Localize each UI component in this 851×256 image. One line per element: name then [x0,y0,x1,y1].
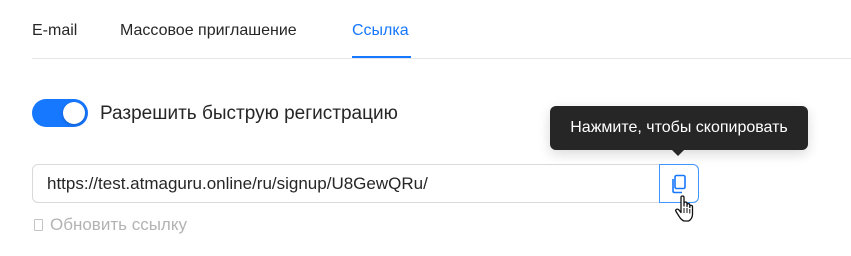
toggle-knob [63,102,85,124]
invite-tabs: E-mail Массовое приглашение Ссылка [32,0,851,59]
hand-pointer-icon [675,195,694,222]
refresh-icon [34,219,43,231]
copy-icon [672,174,686,193]
copy-tooltip: Нажмите, чтобы скопировать [550,106,808,150]
tab-link[interactable]: Ссылка [352,20,409,42]
tooltip-arrow [671,149,685,156]
tab-bulk-invite[interactable]: Массовое приглашение [120,20,297,42]
refresh-link-button[interactable]: Обновить ссылку [34,214,187,236]
quick-signup-toggle[interactable] [32,99,88,127]
refresh-link-label: Обновить ссылку [50,215,187,234]
active-tab-indicator [352,56,411,58]
quick-signup-label: Разрешить быструю регистрацию [100,103,398,124]
tab-email[interactable]: E-mail [32,20,77,42]
signup-link-input[interactable] [32,164,660,203]
invite-link-panel: E-mail Массовое приглашение Ссылка Разре… [0,0,851,256]
